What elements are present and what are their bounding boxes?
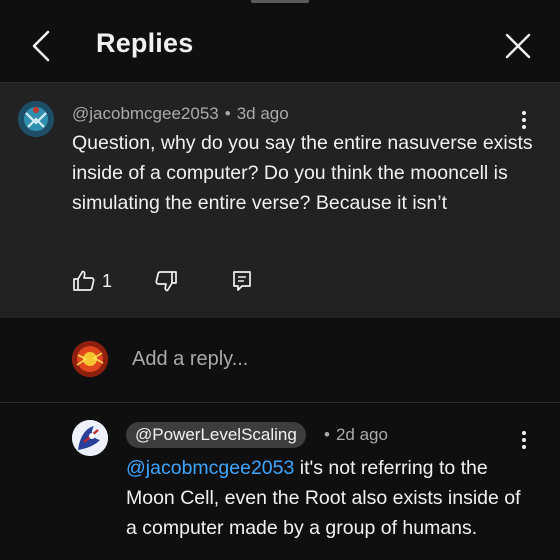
- avatar[interactable]: [18, 101, 54, 137]
- reply-time: 2d ago: [335, 425, 388, 444]
- comment-reply-icon: [233, 271, 251, 291]
- back-button[interactable]: [26, 28, 56, 64]
- reply-comment: @PowerLevelScaling • 2d ago @jacobmcgee20…: [0, 403, 560, 560]
- meta-separator: •: [224, 104, 231, 123]
- chevron-left-icon: [32, 30, 50, 62]
- channel-owner-badge[interactable]: @PowerLevelScaling: [126, 422, 306, 448]
- thumbs-down-icon: [155, 271, 177, 292]
- more-vertical-icon: [522, 431, 526, 435]
- avatar[interactable]: [72, 420, 108, 456]
- mention-link[interactable]: @jacobmcgee2053: [126, 457, 294, 479]
- comment-author[interactable]: @jacobmcgee2053: [72, 104, 219, 123]
- more-vertical-icon: [522, 111, 526, 115]
- like-button[interactable]: 1: [72, 269, 112, 293]
- dislike-button[interactable]: [154, 269, 178, 293]
- comment-time: 3d ago: [236, 104, 289, 123]
- parent-comment: @jacobmcgee2053 • 3d ago Question, why do …: [0, 83, 560, 318]
- reply-text: @jacobmcgee2053 it's not referring to th…: [126, 453, 536, 543]
- reply-more-button[interactable]: [514, 427, 534, 453]
- comment-text: Question, why do you say the entire nasu…: [72, 132, 533, 214]
- close-icon: [505, 33, 531, 59]
- user-avatar-image: [72, 341, 108, 377]
- meta-separator: •: [324, 425, 330, 444]
- avatar-image: [18, 101, 54, 137]
- reply-button[interactable]: [230, 269, 254, 293]
- comment-meta: @jacobmcgee2053 • 3d ago: [72, 104, 289, 124]
- close-button[interactable]: [500, 28, 536, 64]
- add-reply-input[interactable]: Add a reply...: [132, 348, 248, 371]
- page-title: Replies: [96, 28, 194, 58]
- avatar-image: [72, 420, 108, 456]
- add-reply-row: Add a reply...: [0, 318, 560, 402]
- user-avatar: [72, 341, 108, 377]
- replies-header: Replies: [0, 0, 560, 83]
- reply-meta: • 2d ago: [324, 425, 388, 445]
- like-count: 1: [102, 270, 113, 291]
- thumbs-up-icon: [73, 270, 95, 291]
